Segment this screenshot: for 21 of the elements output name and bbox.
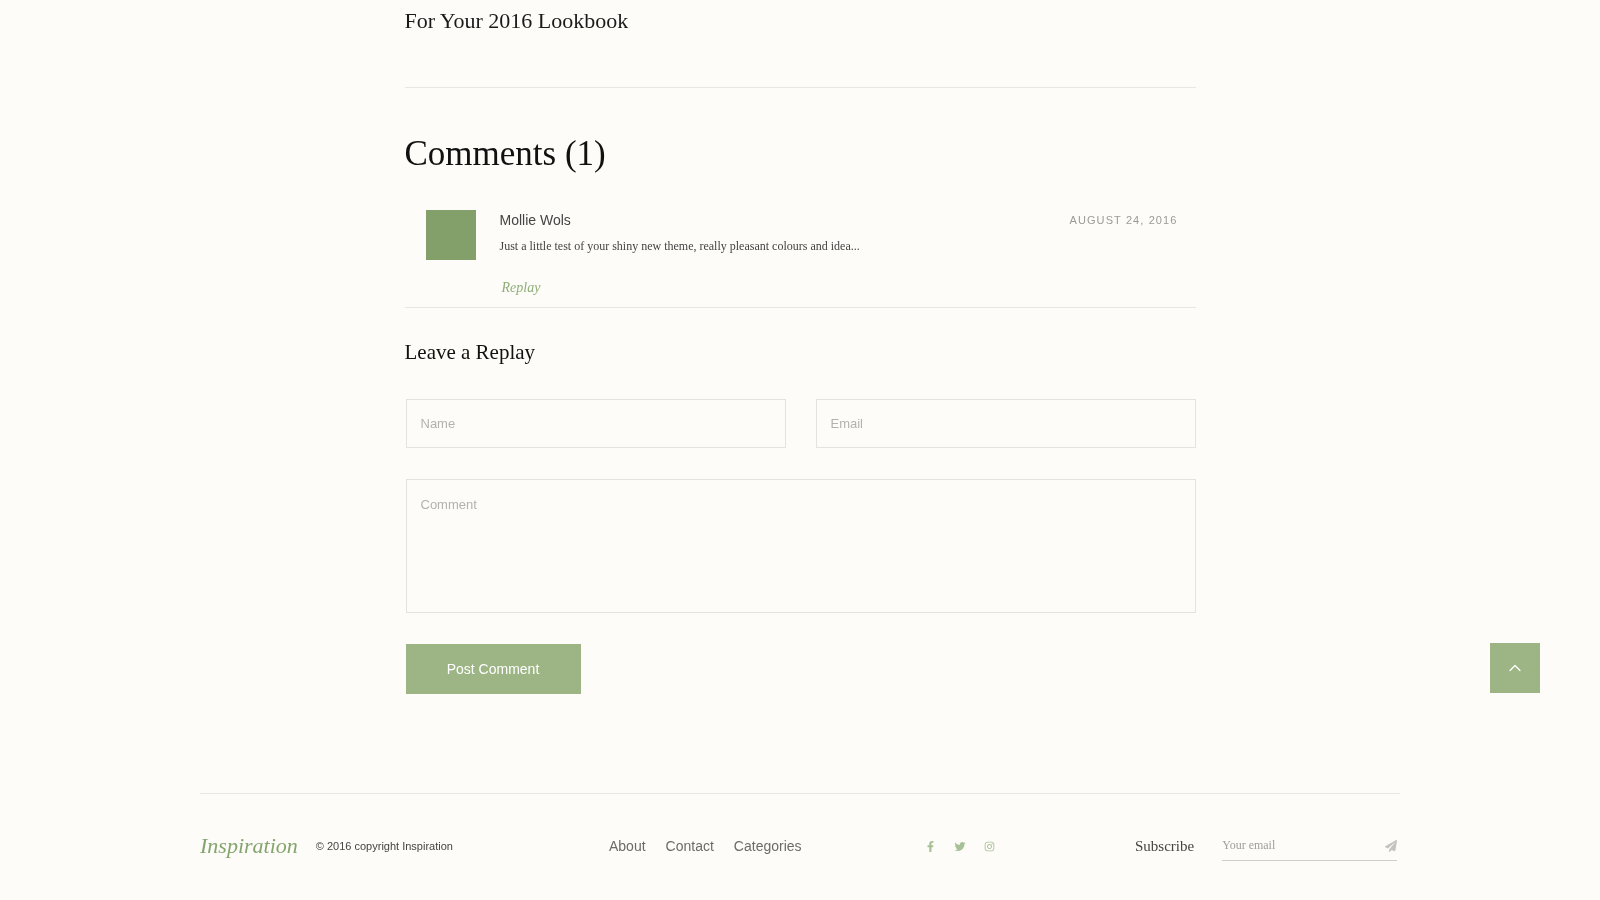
send-icon[interactable] (1385, 840, 1398, 852)
footer-nav-link[interactable]: About (609, 836, 646, 856)
avatar-placeholder (425, 210, 476, 260)
text-input-field[interactable]: Name (405, 399, 786, 448)
subscribe-label: Subscribe (1135, 837, 1195, 856)
comment-text: Just a little test of your shiny new theme, really pleasant colours and idea... (499, 238, 860, 255)
comment-author: Mollie Wols (499, 211, 571, 230)
comment-textarea-field[interactable]: Comment (405, 479, 1196, 613)
text-input-field[interactable]: Email (815, 399, 1196, 448)
facebook-icon[interactable] (925, 840, 936, 852)
comments-heading: Comments (1) (404, 134, 606, 174)
footer-logo[interactable]: Inspiration (200, 832, 298, 860)
instagram-icon[interactable] (984, 840, 995, 852)
comment-date: AUGUST 24, 2016 (1069, 213, 1178, 228)
twitter-icon[interactable] (954, 840, 966, 852)
footer-nav-link[interactable]: Categories (733, 836, 802, 856)
back-to-top-button[interactable] (1490, 643, 1540, 693)
post-title[interactable]: For Your 2016 Lookbook (404, 8, 629, 34)
copyright-text: © 2016 copyright Inspiration (315, 839, 453, 854)
reply-form-heading: Leave a Replay (404, 339, 536, 365)
footer-nav-link[interactable]: Contact (665, 836, 714, 856)
